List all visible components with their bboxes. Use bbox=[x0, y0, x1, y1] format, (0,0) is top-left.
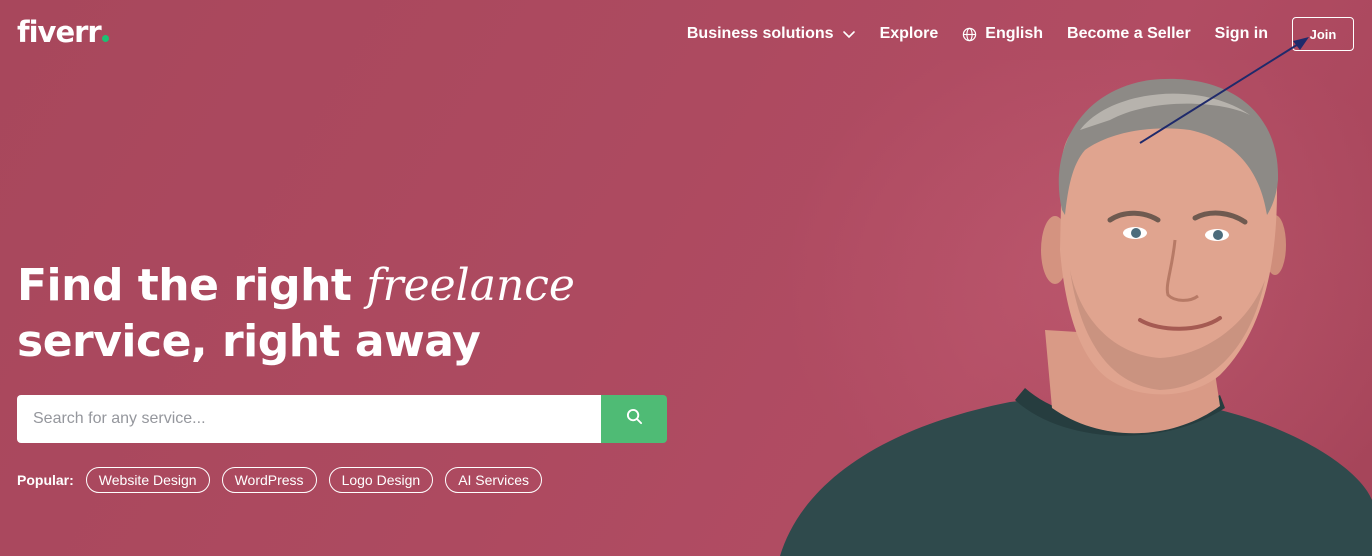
popular-chip-website-design[interactable]: Website Design bbox=[85, 467, 210, 493]
nav-become-seller-label: Become a Seller bbox=[1067, 25, 1191, 42]
nav-explore-label: Explore bbox=[879, 25, 939, 42]
nav-sign-in[interactable]: Sign in bbox=[1215, 25, 1268, 43]
headline-part2: service, right away bbox=[17, 316, 481, 367]
join-button[interactable]: Join bbox=[1292, 17, 1354, 51]
nav-business-solutions-label: Business solutions bbox=[686, 25, 834, 42]
logo-text: fiverr bbox=[17, 15, 102, 49]
popular-label: Popular: bbox=[17, 472, 74, 488]
nav-sign-in-label: Sign in bbox=[1214, 25, 1268, 42]
globe-icon bbox=[962, 27, 977, 42]
top-navigation: Business solutions Explore English Becom… bbox=[663, 0, 1354, 68]
popular-chip-wordpress[interactable]: WordPress bbox=[221, 467, 317, 493]
chevron-down-icon bbox=[842, 27, 856, 41]
headline-italic: freelance bbox=[366, 260, 575, 311]
popular-chip-logo-design[interactable]: Logo Design bbox=[328, 467, 434, 493]
search-icon bbox=[626, 408, 643, 430]
fiverr-logo[interactable]: fiverr bbox=[17, 14, 109, 50]
join-button-label: Join bbox=[1309, 26, 1337, 42]
search-button[interactable] bbox=[601, 395, 667, 443]
nav-business-solutions[interactable]: Business solutions bbox=[687, 25, 856, 43]
hero-headline: Find the right freelance service, right … bbox=[17, 258, 575, 370]
headline-part1: Find the right bbox=[17, 260, 367, 311]
hero-person-image bbox=[780, 78, 1372, 556]
popular-chip-ai-services[interactable]: AI Services bbox=[445, 467, 542, 493]
nav-language-label: English bbox=[985, 25, 1044, 42]
search-bar bbox=[17, 395, 667, 443]
logo-dot bbox=[101, 35, 109, 42]
search-input[interactable] bbox=[17, 395, 601, 443]
nav-become-seller[interactable]: Become a Seller bbox=[1067, 25, 1191, 43]
nav-language[interactable]: English bbox=[962, 25, 1043, 43]
nav-explore[interactable]: Explore bbox=[880, 25, 939, 43]
popular-services: Popular: Website Design WordPress Logo D… bbox=[17, 467, 554, 493]
